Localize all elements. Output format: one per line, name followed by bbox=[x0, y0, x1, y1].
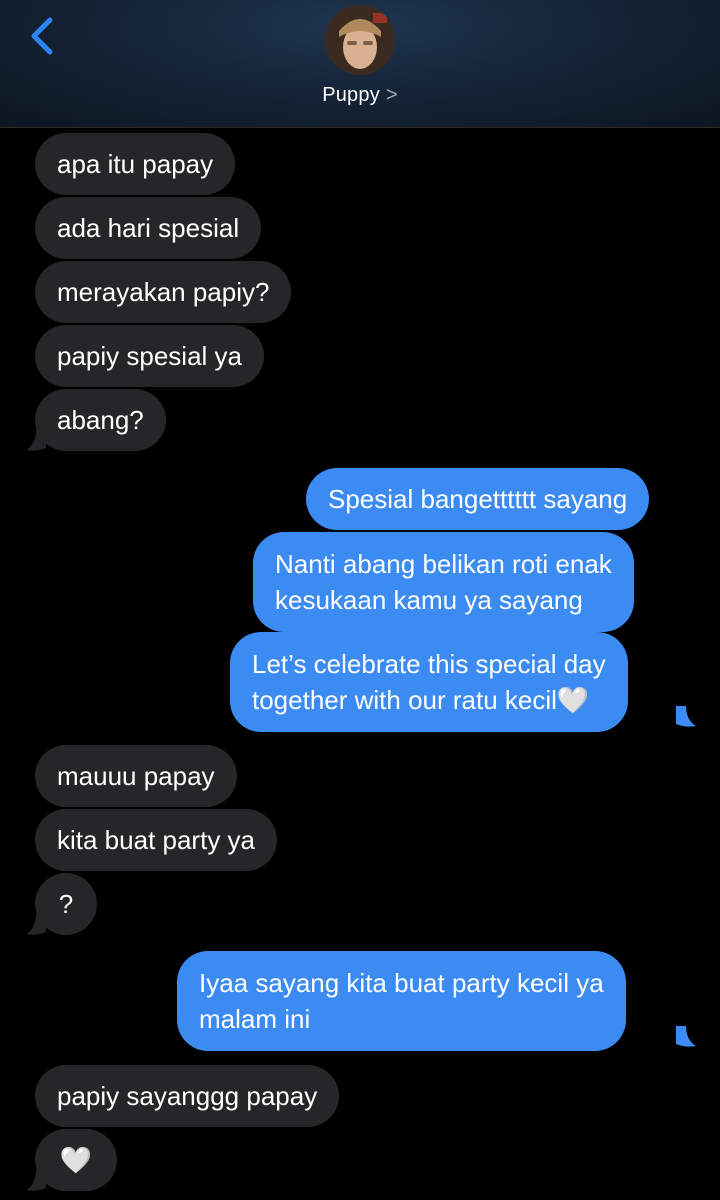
incoming-message[interactable]: kita buat party ya bbox=[35, 809, 277, 871]
incoming-message[interactable]: mauuu papay bbox=[35, 745, 237, 807]
bubble-tail bbox=[676, 706, 696, 727]
incoming-message[interactable]: papiy sayanggg papay bbox=[35, 1065, 340, 1127]
chevron-left-icon[interactable] bbox=[22, 14, 62, 58]
avatar[interactable] bbox=[325, 5, 395, 75]
message-line: Nanti abang belikan roti enak bbox=[275, 549, 612, 579]
chevron-right-icon: > bbox=[385, 84, 398, 106]
bubble-tail bbox=[26, 914, 46, 935]
conversation-header: Puppy > bbox=[0, 0, 720, 128]
message-line: Let’s celebrate this special day bbox=[252, 649, 606, 679]
incoming-message[interactable]: papiy spesial ya bbox=[35, 325, 264, 387]
bubble-tail bbox=[26, 1170, 46, 1191]
message-line: kesukaan kamu ya sayang bbox=[275, 585, 583, 615]
contact-name-button[interactable]: Puppy > bbox=[0, 84, 720, 107]
outgoing-message[interactable]: Iyaa sayang kita buat party kecil ya mal… bbox=[177, 951, 626, 1051]
message-line: together with our ratu kecil🤍 bbox=[252, 685, 590, 715]
incoming-message[interactable]: abang? bbox=[35, 389, 166, 451]
incoming-message[interactable]: apa itu papay bbox=[35, 133, 236, 195]
outgoing-message[interactable]: Spesial bangetttttt sayang bbox=[306, 468, 650, 530]
contact-name: Puppy bbox=[322, 84, 380, 106]
bubble-tail bbox=[676, 1026, 696, 1047]
message-line: Iyaa sayang kita buat party kecil ya bbox=[199, 968, 604, 998]
message-line: malam ini bbox=[199, 1004, 311, 1034]
bubble-tail bbox=[26, 430, 46, 451]
incoming-message[interactable]: merayakan papiy? bbox=[35, 261, 292, 323]
outgoing-message[interactable]: Let’s celebrate this special day togethe… bbox=[230, 632, 628, 732]
incoming-message[interactable]: ada hari spesial bbox=[35, 197, 262, 259]
outgoing-message[interactable]: Nanti abang belikan roti enak kesukaan k… bbox=[253, 532, 634, 632]
